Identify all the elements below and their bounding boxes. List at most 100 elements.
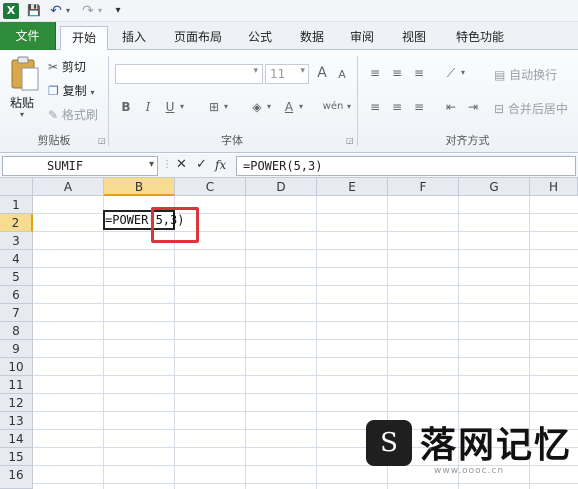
borders-dropdown-icon[interactable]: ▾ bbox=[221, 98, 231, 116]
tab-insert[interactable]: 插入 bbox=[114, 26, 154, 50]
chevron-down-icon[interactable]: ▾ bbox=[149, 159, 154, 170]
column-header-e[interactable]: E bbox=[317, 178, 388, 196]
font-name-combo[interactable]: ▾ bbox=[115, 64, 263, 84]
row-header[interactable]: 14 bbox=[0, 430, 33, 448]
column-header-d[interactable]: D bbox=[246, 178, 317, 196]
tab-special-features[interactable]: 特色功能 bbox=[446, 26, 514, 50]
row-header[interactable]: 10 bbox=[0, 358, 33, 376]
column-header-f[interactable]: F bbox=[388, 178, 459, 196]
name-box-value: SUMIF bbox=[47, 159, 84, 173]
merge-center-button[interactable]: ⊟ 合并后居中 bbox=[494, 100, 568, 117]
scissors-icon: ✂ bbox=[48, 60, 59, 74]
watermark-logo-icon: S bbox=[366, 420, 412, 466]
formula-bar: SUMIF ▾ ⋮ ✕ ✓ fx =POWER(5,3) bbox=[0, 154, 578, 178]
decrease-indent-icon[interactable]: ⇤ bbox=[442, 98, 460, 116]
align-top-icon[interactable]: ≡ bbox=[366, 64, 384, 82]
ribbon-home: 粘贴 ▾ ✂ 剪切 ❐ 复制 ▾ ✎ 格式刷 剪贴板 ◲ ▾ 11 ▾ A A … bbox=[0, 50, 578, 153]
redo-dropdown-icon[interactable]: ▾ bbox=[96, 3, 104, 19]
wrap-text-label: 自动换行 bbox=[509, 68, 558, 82]
row-header[interactable]: 8 bbox=[0, 322, 33, 340]
row-header[interactable]: 2 bbox=[0, 214, 33, 232]
row-header[interactable]: 5 bbox=[0, 268, 33, 286]
cut-button[interactable]: ✂ 剪切 bbox=[48, 58, 86, 75]
brush-icon: ✎ bbox=[48, 108, 59, 122]
wrap-text-button[interactable]: ▤ 自动换行 bbox=[494, 66, 557, 83]
column-header-a[interactable]: A bbox=[33, 178, 104, 196]
tab-view[interactable]: 视图 bbox=[394, 26, 434, 50]
excel-app-icon: X bbox=[3, 3, 19, 19]
tab-page-layout[interactable]: 页面布局 bbox=[166, 26, 230, 50]
ribbon-tabs: 文件 开始 插入 页面布局 公式 数据 审阅 视图 特色功能 bbox=[0, 22, 578, 51]
merge-center-label: 合并后居中 bbox=[507, 102, 568, 116]
row-header[interactable]: 9 bbox=[0, 340, 33, 358]
phonetic-icon[interactable]: wén bbox=[322, 98, 344, 116]
merge-center-icon: ⊟ bbox=[494, 102, 505, 116]
format-painter-label: 格式刷 bbox=[61, 108, 98, 122]
underline-dropdown-icon[interactable]: ▾ bbox=[177, 98, 187, 116]
bold-icon[interactable]: B bbox=[117, 98, 135, 116]
format-painter-button[interactable]: ✎ 格式刷 bbox=[48, 106, 98, 123]
align-left-icon[interactable]: ≡ bbox=[366, 98, 384, 116]
watermark-brand: 落网记忆 bbox=[420, 425, 573, 466]
row-header[interactable]: 15 bbox=[0, 448, 33, 466]
row-header[interactable]: 3 bbox=[0, 232, 33, 250]
font-size-combo[interactable]: 11 ▾ bbox=[265, 64, 309, 84]
align-center-icon[interactable]: ≡ bbox=[388, 98, 406, 116]
row-header[interactable]: 11 bbox=[0, 376, 33, 394]
select-all-corner[interactable] bbox=[0, 178, 33, 196]
font-group-label: 字体 bbox=[221, 134, 243, 147]
row-header[interactable]: 1 bbox=[0, 196, 33, 214]
tab-file[interactable]: 文件 bbox=[0, 22, 56, 50]
save-icon[interactable]: 💾 bbox=[26, 3, 42, 19]
row-header[interactable]: 12 bbox=[0, 394, 33, 412]
grow-font-icon[interactable]: A bbox=[313, 64, 331, 82]
paste-dropdown-icon[interactable]: ▾ bbox=[20, 110, 24, 119]
formula-bar-grip-icon: ⋮ bbox=[162, 159, 172, 170]
redo-icon[interactable]: ↷ bbox=[80, 3, 96, 19]
alignment-group-label: 对齐方式 bbox=[445, 134, 490, 147]
row-header[interactable]: 16 bbox=[0, 466, 33, 489]
paste-button[interactable]: 粘贴 ▾ bbox=[6, 54, 44, 126]
align-bottom-icon[interactable]: ≡ bbox=[410, 64, 428, 82]
phonetic-dropdown-icon[interactable]: ▾ bbox=[344, 98, 354, 116]
align-middle-icon[interactable]: ≡ bbox=[388, 64, 406, 82]
increase-indent-icon[interactable]: ⇥ bbox=[464, 98, 482, 116]
insert-function-icon[interactable]: fx bbox=[215, 158, 226, 172]
name-box[interactable]: SUMIF ▾ bbox=[2, 156, 158, 176]
clipboard-paste-icon bbox=[11, 56, 39, 91]
clipboard-launcher-icon[interactable]: ◲ bbox=[98, 136, 106, 145]
fill-color-dropdown-icon[interactable]: ▾ bbox=[264, 98, 274, 116]
font-launcher-icon[interactable]: ◲ bbox=[346, 136, 354, 145]
copy-dropdown-icon[interactable]: ▾ bbox=[90, 88, 94, 97]
watermark: S 落网记忆 www.oooc.cn bbox=[356, 414, 578, 489]
italic-icon[interactable]: I bbox=[139, 98, 157, 116]
column-header-b[interactable]: B bbox=[104, 178, 175, 196]
row-header[interactable]: 4 bbox=[0, 250, 33, 268]
formula-input[interactable]: =POWER(5,3) bbox=[236, 156, 576, 176]
align-right-icon[interactable]: ≡ bbox=[410, 98, 428, 116]
tab-review[interactable]: 审阅 bbox=[342, 26, 382, 50]
chevron-down-icon: ▾ bbox=[253, 66, 258, 76]
tab-data[interactable]: 数据 bbox=[292, 26, 332, 50]
orientation-dropdown-icon[interactable]: ▾ bbox=[458, 64, 468, 82]
watermark-url: www.oooc.cn bbox=[434, 466, 505, 476]
row-header[interactable]: 7 bbox=[0, 304, 33, 322]
shrink-font-icon[interactable]: A bbox=[333, 66, 351, 84]
copy-button[interactable]: ❐ 复制 ▾ bbox=[48, 82, 94, 99]
customize-toolbar-icon[interactable]: ▾ bbox=[112, 3, 124, 19]
enter-icon[interactable]: ✓ bbox=[196, 157, 207, 172]
column-header-g[interactable]: G bbox=[459, 178, 530, 196]
font-size-value: 11 bbox=[270, 67, 286, 81]
row-header[interactable]: 13 bbox=[0, 412, 33, 430]
formula-text: =POWER(5,3) bbox=[243, 159, 323, 173]
column-header-c[interactable]: C bbox=[175, 178, 246, 196]
column-header-h[interactable]: H bbox=[530, 178, 578, 196]
tab-home[interactable]: 开始 bbox=[60, 26, 108, 51]
font-color-dropdown-icon[interactable]: ▾ bbox=[296, 98, 306, 116]
copy-icon: ❐ bbox=[48, 84, 59, 98]
undo-icon[interactable]: ↶ bbox=[48, 3, 64, 19]
tab-formulas[interactable]: 公式 bbox=[240, 26, 280, 50]
cancel-icon[interactable]: ✕ bbox=[176, 157, 187, 172]
undo-dropdown-icon[interactable]: ▾ bbox=[64, 3, 72, 19]
row-header[interactable]: 6 bbox=[0, 286, 33, 304]
